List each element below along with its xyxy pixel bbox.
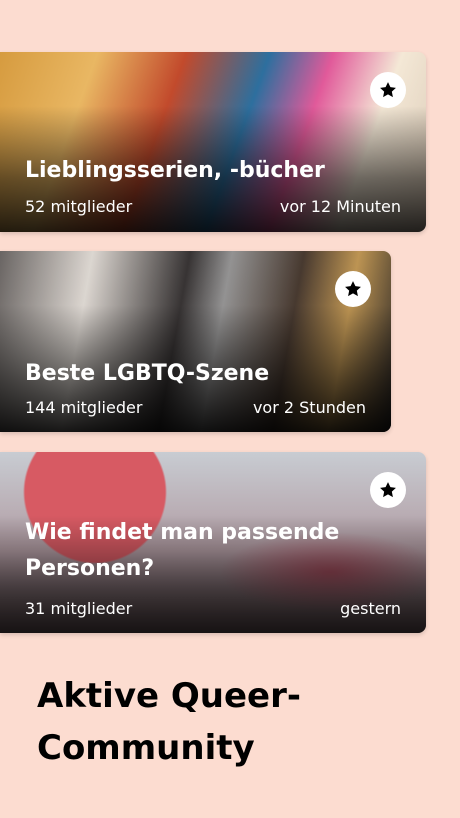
group-card[interactable]: Beste LGBTQ-Szene 144 mitglieder vor 2 S… [0, 251, 391, 432]
favorite-button[interactable] [370, 72, 406, 108]
star-icon [380, 482, 396, 498]
favorite-button[interactable] [335, 271, 371, 307]
star-icon [380, 82, 396, 98]
group-title: Beste LGBTQ-Szene [25, 361, 270, 386]
group-meta: 52 mitglieder vor 12 Minuten [25, 197, 401, 216]
group-meta: 31 mitglieder gestern [25, 599, 401, 618]
favorite-button[interactable] [370, 472, 406, 508]
member-count: 144 mitglieder [25, 398, 143, 417]
tagline-line: Community [37, 728, 255, 768]
tagline-line: Aktive Queer- [37, 676, 301, 716]
tagline-heading: Aktive Queer- Community [37, 670, 437, 774]
member-count: 52 mitglieder [25, 197, 133, 216]
member-count: 31 mitglieder [25, 599, 133, 618]
group-card[interactable]: Lieblingsserien, -bücher 52 mitglieder v… [0, 52, 426, 232]
group-meta: 144 mitglieder vor 2 Stunden [25, 398, 366, 417]
group-title: Lieblingsserien, -bücher [25, 158, 325, 183]
group-card[interactable]: Wie findet man passende Personen? 31 mit… [0, 452, 426, 633]
last-activity: vor 12 Minuten [279, 197, 401, 216]
last-activity: vor 2 Stunden [252, 398, 366, 417]
star-icon [345, 281, 361, 297]
group-title: Wie findet man passende Personen? [25, 520, 340, 581]
last-activity: gestern [340, 599, 401, 618]
